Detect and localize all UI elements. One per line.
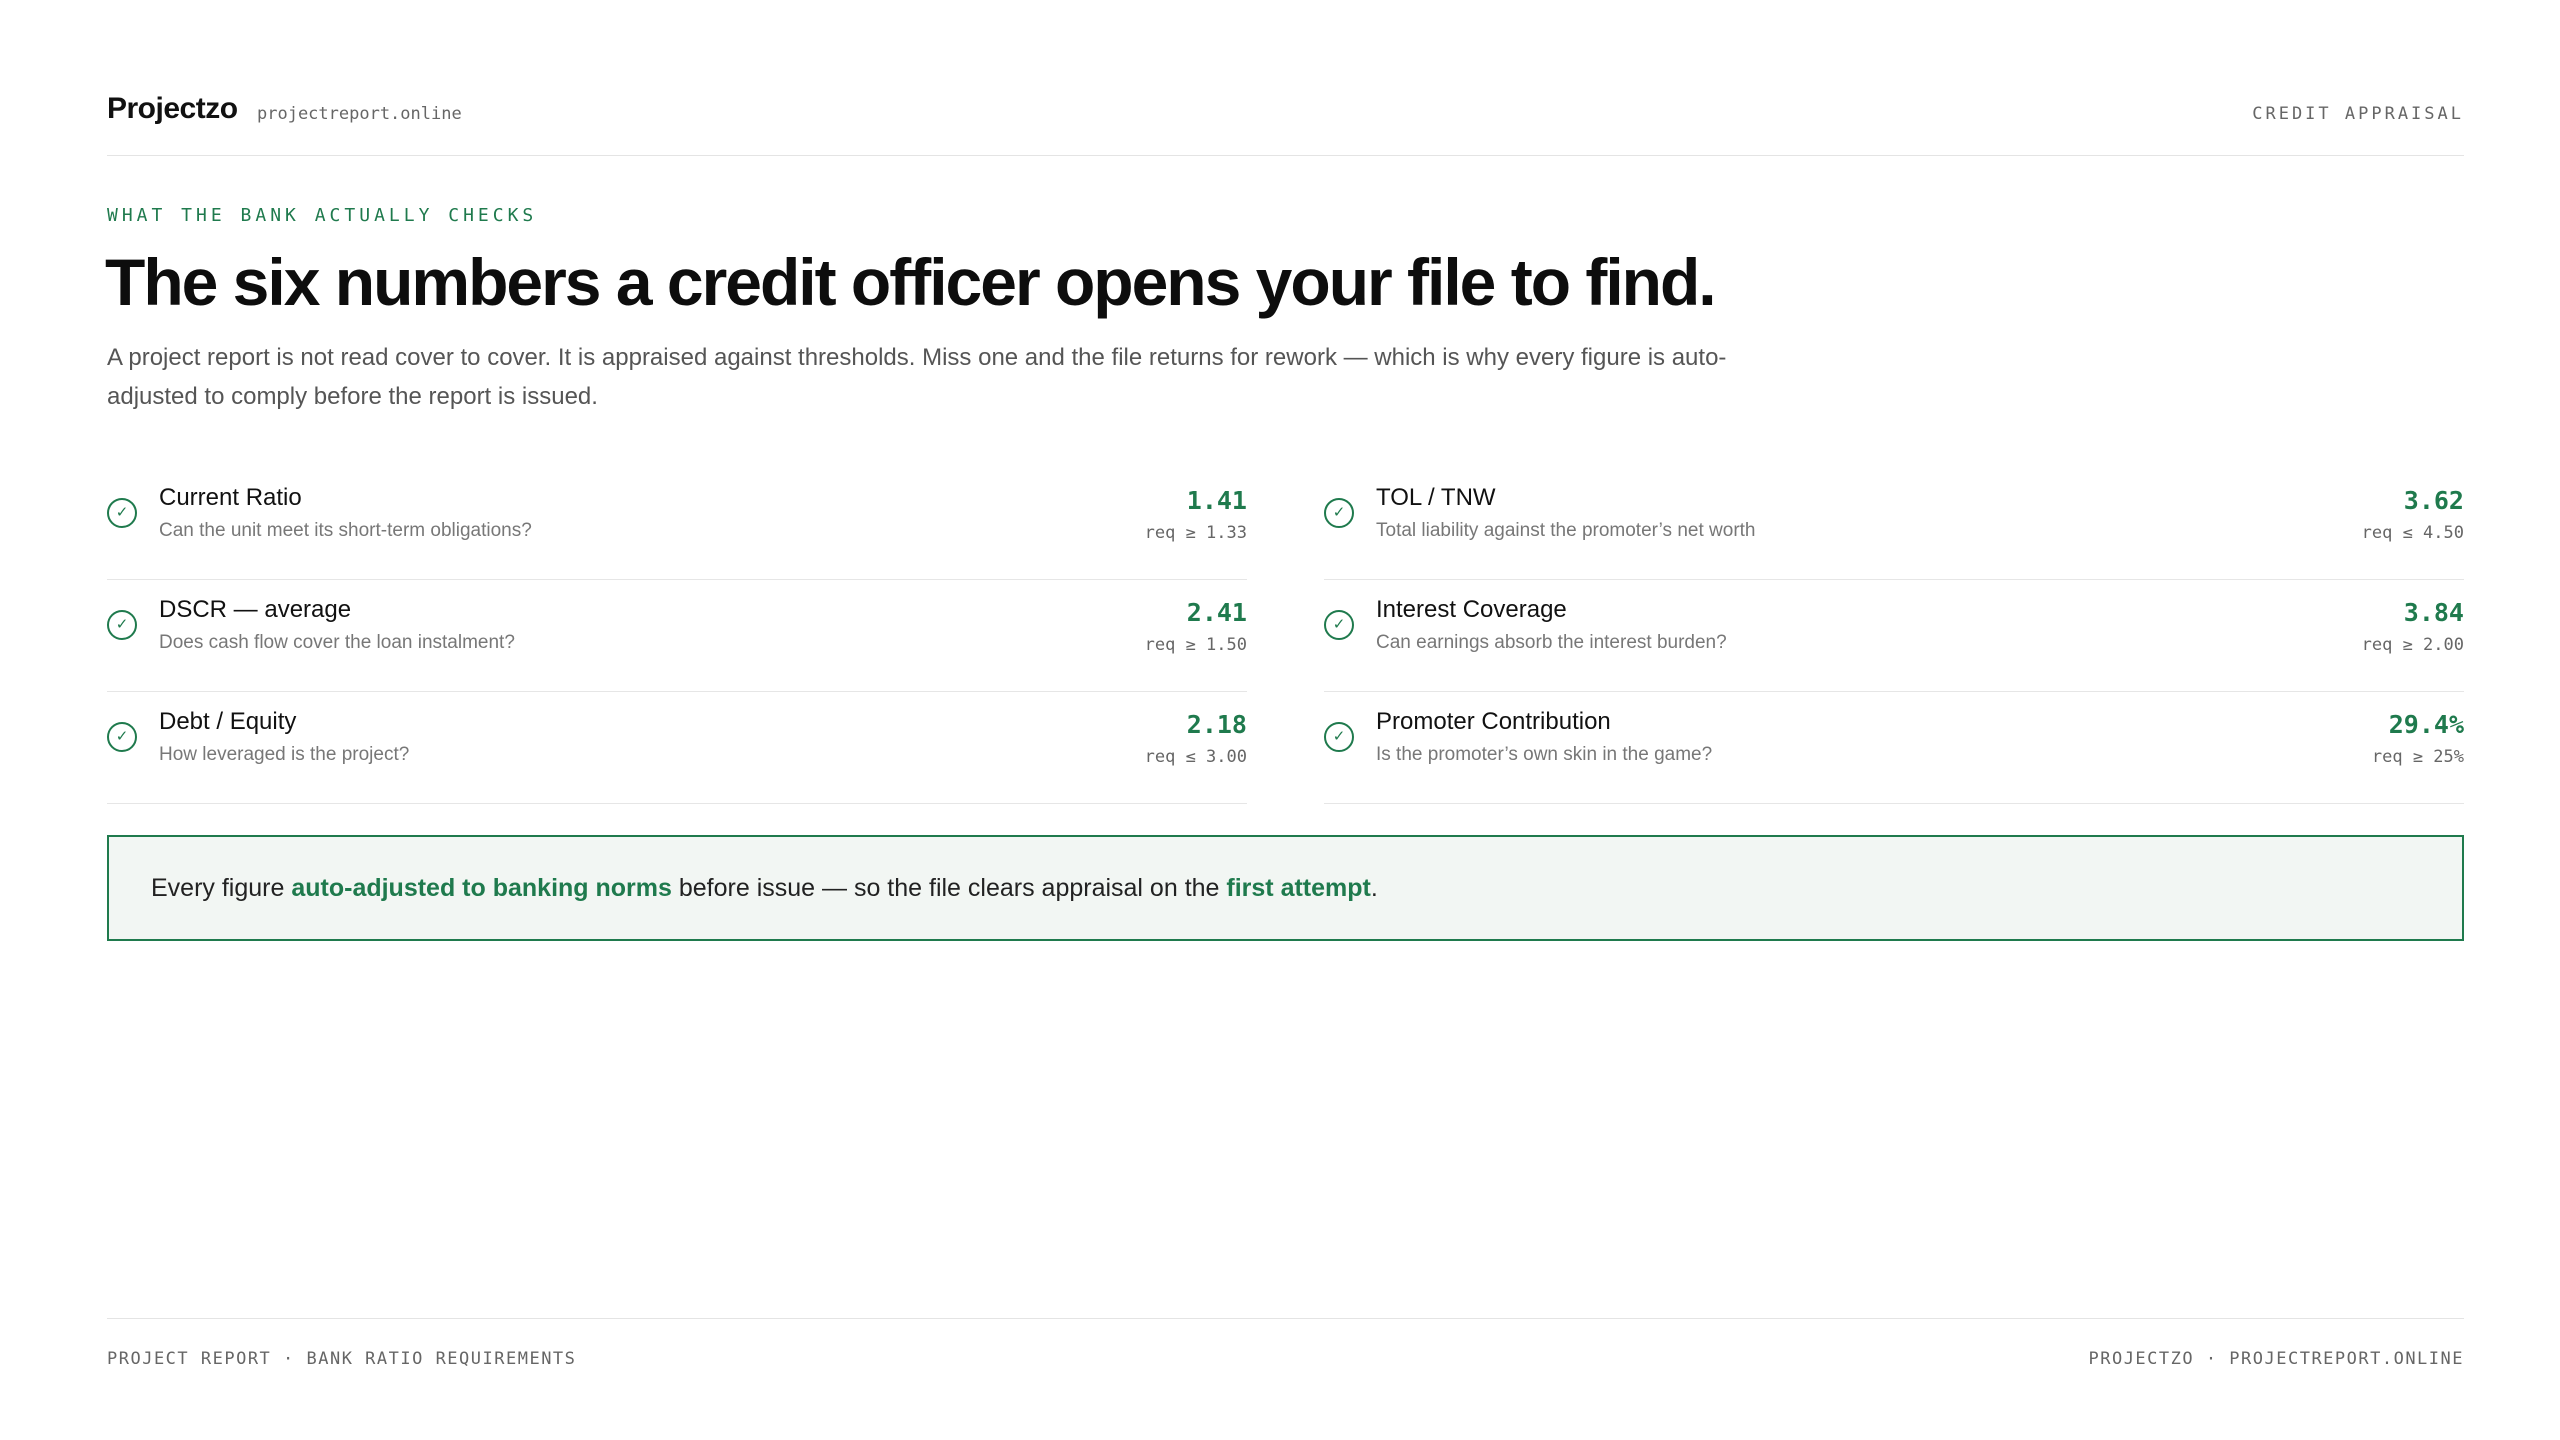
ratio-row-tol-tnw: ✓ TOL / TNW Total liability against the … [1324,468,2464,580]
ratio-name: Interest Coverage [1376,596,1567,623]
callout-highlight: first attempt [1226,874,1371,902]
check-icon: ✓ [107,610,137,640]
ratio-row-dscr: ✓ DSCR — average Does cash flow cover th… [107,580,1247,692]
page: Projectzo projectreport.online CREDIT AP… [0,0,2560,1440]
ratio-row-current-ratio: ✓ Current Ratio Can the unit meet its sh… [107,468,1247,580]
callout-banner: Every figure auto-adjusted to banking no… [107,835,2464,941]
ratio-grid: ✓ Current Ratio Can the unit meet its sh… [107,468,2464,804]
ratio-question: Does cash flow cover the loan instalment… [159,632,515,653]
callout-text: before issue — so the file clears apprai… [671,874,1227,902]
ratio-question: How leveraged is the project? [159,744,410,765]
footer-right[interactable]: PROJECTZO · PROJECTREPORT.ONLINE [2088,1349,2464,1369]
ratio-requirement: req ≥ 1.50 [1144,635,1247,655]
callout-text: Every figure [151,874,292,902]
ratio-value: 2.41 [1186,598,1247,627]
check-icon: ✓ [107,498,137,528]
check-icon: ✓ [107,722,137,752]
check-icon: ✓ [1324,610,1354,640]
page-title: The six numbers a credit officer opens y… [105,245,1717,319]
eyebrow: WHAT THE BANK ACTUALLY CHECKS [107,205,538,226]
ratio-requirement: req ≤ 4.50 [2361,523,2464,543]
ratio-requirement: req ≥ 25% [2371,747,2464,767]
brand-logo[interactable]: Projectzo [107,92,238,126]
ratio-value: 2.18 [1186,710,1247,739]
ratio-question: Total liability against the promoter’s n… [1376,520,1756,541]
ratio-value: 3.62 [2403,486,2464,515]
ratio-name: DSCR — average [159,596,352,623]
ratio-name: Promoter Contribution [1376,708,1611,735]
ratio-requirement: req ≥ 2.00 [2361,635,2464,655]
ratio-requirement: req ≤ 3.00 [1144,747,1247,767]
header: Projectzo projectreport.online CREDIT AP… [107,88,2464,156]
ratio-value: 3.84 [2403,598,2464,627]
lede-paragraph: A project report is not read cover to co… [107,344,1727,410]
ratio-name: TOL / TNW [1376,484,1496,511]
ratio-value: 1.41 [1186,486,1247,515]
ratio-question: Can earnings absorb the interest burden? [1376,632,1727,653]
section-tag: CREDIT APPRAISAL [2252,104,2464,124]
ratio-row-debt-equity: ✓ Debt / Equity How leveraged is the pro… [107,692,1247,804]
ratio-row-interest-coverage: ✓ Interest Coverage Can earnings absorb … [1324,580,2464,692]
callout-highlight: auto-adjusted to banking norms [291,874,672,902]
footer: PROJECT REPORT · BANK RATIO REQUIREMENTS… [107,1318,2464,1378]
ratio-row-promoter-contribution: ✓ Promoter Contribution Is the promoter’… [1324,692,2464,804]
ratio-value: 29.4% [2388,710,2464,739]
brand-domain: projectreport.online [257,104,462,124]
ratio-name: Current Ratio [159,484,302,511]
footer-left: PROJECT REPORT · BANK RATIO REQUIREMENTS [107,1349,577,1369]
check-icon: ✓ [1324,722,1354,752]
ratio-requirement: req ≥ 1.33 [1144,523,1247,543]
check-icon: ✓ [1324,498,1354,528]
callout-text: . [1370,874,1378,902]
ratio-name: Debt / Equity [159,708,297,735]
ratio-question: Is the promoter’s own skin in the game? [1376,744,1713,765]
ratio-question: Can the unit meet its short-term obligat… [159,520,532,541]
